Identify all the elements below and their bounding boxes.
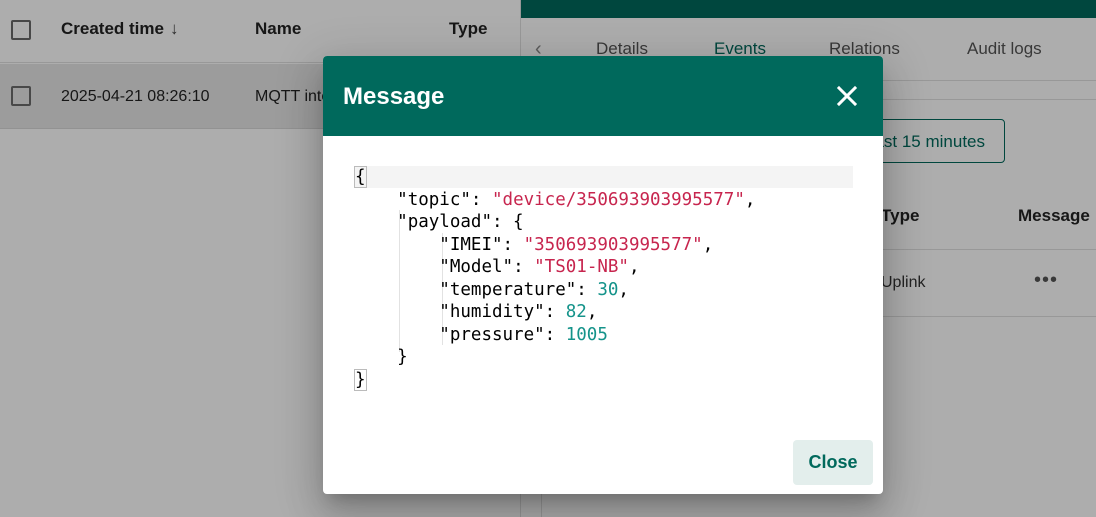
- json-humidity-value: 82: [565, 302, 587, 322]
- json-imei-value: "350693903995577": [523, 234, 703, 255]
- json-model-value: "TS01-NB": [534, 257, 629, 277]
- active-line-highlight: [355, 166, 853, 188]
- code-line: "IMEI": "350693903995577",: [439, 234, 714, 255]
- json-pressure-value: 1005: [565, 324, 608, 345]
- code-line: "pressure": 1005: [439, 324, 608, 345]
- code-line: }: [397, 347, 408, 367]
- json-topic-value: "device/350693903995577": [492, 189, 745, 210]
- code-line: }: [354, 368, 367, 391]
- dialog-title: Message: [343, 83, 445, 110]
- code-line: {: [354, 166, 367, 188]
- code-line: "payload": {: [397, 212, 524, 232]
- code-line: "topic": "device/350693903995577",: [397, 189, 756, 210]
- json-message-viewer[interactable]: { "topic": "device/350693903995577", "pa…: [354, 166, 855, 406]
- close-icon[interactable]: [827, 76, 867, 116]
- code-line: "humidity": 82,: [439, 302, 598, 322]
- message-dialog: Message { "topic": "device/3506939039955…: [323, 56, 883, 494]
- code-line: "Model": "TS01-NB",: [439, 257, 640, 277]
- json-temperature-value: 30: [597, 279, 619, 300]
- code-line: "temperature": 30,: [439, 279, 629, 300]
- dialog-header: Message: [323, 56, 883, 136]
- close-button[interactable]: Close: [793, 440, 873, 485]
